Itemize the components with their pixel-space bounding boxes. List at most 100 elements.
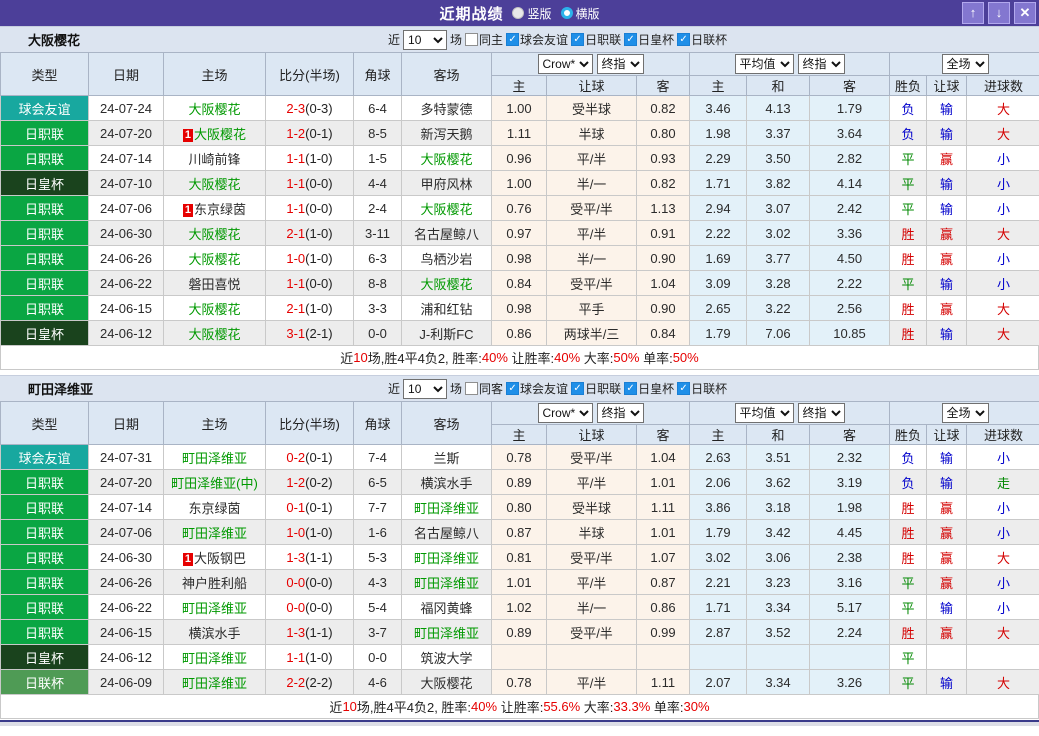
checkbox-unchecked-icon[interactable] [465,33,479,46]
goals-cell: 走 [966,469,1039,495]
goals-cell: 小 [966,444,1039,470]
match-date-cell: 24-06-22 [88,270,164,296]
checkbox-checked-icon[interactable]: ✓ [506,33,520,46]
avg-host-cell: 1.69 [689,245,747,271]
col-handicap: 让球 [546,75,637,96]
checkbox-checked-icon[interactable]: ✓ [624,382,638,395]
host-odds-cell: 0.78 [491,669,547,695]
checkbox-checked-icon[interactable]: ✓ [571,382,585,395]
same-venue-filter[interactable]: 同主 [465,31,503,48]
score-cell: 1-2(0-2) [265,469,354,495]
match-date-cell: 24-06-15 [88,295,164,321]
avg-guest-cell: 3.64 [808,120,891,146]
home-team-cell: 町田泽维亚 [163,444,266,470]
result-cell: 平 [889,145,928,171]
match-row: 日职联 24-07-20 1 大阪樱花 1-2(0-1) 8-5 新泻天鹅 1.11 半球 0.8… [0,120,1039,146]
match-count-select[interactable]: 10 [403,29,448,50]
home-team-name: 磐田喜悦 [188,276,241,292]
fulltime-select[interactable]: 全场 [941,54,989,74]
final-odds-select[interactable]: 终指 [596,403,644,423]
final-odds-select[interactable]: 终指 [596,54,644,74]
home-team-cell: 大阪樱花 [163,295,266,321]
goals-cell: 大 [966,95,1039,121]
away-team-name: 大阪樱花 [420,151,473,167]
host-odds-cell: 1.00 [491,95,547,121]
home-team-name: 町田泽维亚(中) [171,475,258,491]
away-team-cell: 筑波大学 [401,644,492,670]
move-up-button[interactable]: ↑ [962,2,984,24]
summary-text: 让胜率: [507,351,555,366]
checkbox-checked-icon[interactable]: ✓ [677,33,691,46]
handicap-cell: 半球 [546,120,637,146]
checkbox-checked-icon[interactable]: ✓ [677,382,691,395]
score-cell: 1-2(0-1) [265,120,354,146]
league-filter-levain-cup[interactable]: ✓ 日联杯 [677,31,727,48]
checkbox-checked-icon[interactable]: ✓ [624,33,638,46]
home-team-name: 大阪樱花 [188,251,241,267]
fulltime-score: 1-1 [286,150,306,166]
handicap-cell: 受半球 [546,494,637,520]
bookmaker-select[interactable]: Crow* [537,403,593,423]
avg-guest-cell: 3.26 [808,669,891,695]
avg-guest-cell: 1.98 [808,494,891,520]
avg-guest-cell: 10.85 [808,320,891,346]
host-odds-cell: 0.80 [491,494,547,520]
avg-draw-cell: 3.42 [746,519,810,545]
summary-value: 40% [481,350,508,365]
avg-draw-cell: 4.13 [746,95,810,121]
league-filter-levain-cup[interactable]: ✓ 日联杯 [677,380,727,397]
match-type-cell: 日职联 [0,494,89,520]
league-filter-jleague[interactable]: ✓ 日职联 [571,380,621,397]
corner-cell: 3-11 [353,220,402,246]
summary-text: 让胜率: [497,700,544,715]
radio-unselected-icon[interactable] [560,7,573,19]
fulltime-score: 2-3 [286,100,306,116]
corner-cell: 1-6 [353,519,402,545]
col-handicap-result: 让球 [926,75,968,96]
guest-odds-cell: 1.11 [636,669,690,695]
radio-selected-icon[interactable] [512,7,525,19]
final-odds-select[interactable]: 终指 [797,403,845,423]
away-team-cell: 大阪樱花 [401,195,492,221]
checkbox-unchecked-icon[interactable] [465,382,479,395]
result-cell: 胜 [889,544,928,570]
avg-draw-cell: 3.06 [746,544,810,570]
fulltime-select[interactable]: 全场 [941,403,989,423]
match-date-cell: 24-07-31 [88,444,164,470]
rank-badge: 1 [182,552,194,566]
layout-option-vertical[interactable]: 竖版 [512,5,552,22]
checkbox-checked-icon[interactable]: ✓ [506,382,520,395]
league-filter-emperor-cup[interactable]: ✓ 日皇杯 [624,31,674,48]
league-filter-emperor-cup[interactable]: ✓ 日皇杯 [624,380,674,397]
col-corner: 角球 [353,52,402,96]
avg-guest-cell: 2.56 [808,295,891,321]
final-odds-select[interactable]: 终指 [797,54,845,74]
checkbox-checked-icon[interactable]: ✓ [571,33,585,46]
home-team-cell: 川崎前锋 [163,145,266,171]
avg-host-cell: 1.98 [689,120,747,146]
same-venue-filter[interactable]: 同客 [465,380,503,397]
avg-group-header: 平均值 终指 [688,52,891,76]
bookmaker-select[interactable]: Crow* [537,54,593,74]
avg-draw-cell: 3.37 [746,120,810,146]
avg-guest-cell: 2.42 [808,195,891,221]
check-icon: ✓ [626,34,635,45]
league-filter-friendly[interactable]: ✓ 球会友谊 [506,380,568,397]
match-date-cell: 24-07-24 [88,95,164,121]
halftime-score: (1-0) [305,300,333,316]
guest-odds-cell: 0.84 [636,320,690,346]
layout-option-horizontal[interactable]: 横版 [560,5,600,22]
average-select[interactable]: 平均值 [734,54,794,74]
close-button[interactable]: ✕ [1014,2,1036,24]
league-filter-friendly[interactable]: ✓ 球会友谊 [506,31,568,48]
handicap-result-cell: 赢 [926,245,968,271]
league-filter-jleague[interactable]: ✓ 日职联 [571,31,621,48]
away-team-cell: 町田泽维亚 [401,544,492,570]
recent-results-panel: 近期战绩 竖版 横版 ↑ ↓ ✕ 大阪樱花 近 10 场 同主 ✓ 球会友谊 ✓… [0,0,1039,726]
away-team-name: 名古屋鲸八 [413,226,479,242]
match-count-select[interactable]: 10 [403,378,448,399]
move-down-button[interactable]: ↓ [988,2,1010,24]
average-select[interactable]: 平均值 [734,403,794,423]
handicap-result-cell: 输 [926,95,968,121]
bottom-divider [0,720,1039,726]
